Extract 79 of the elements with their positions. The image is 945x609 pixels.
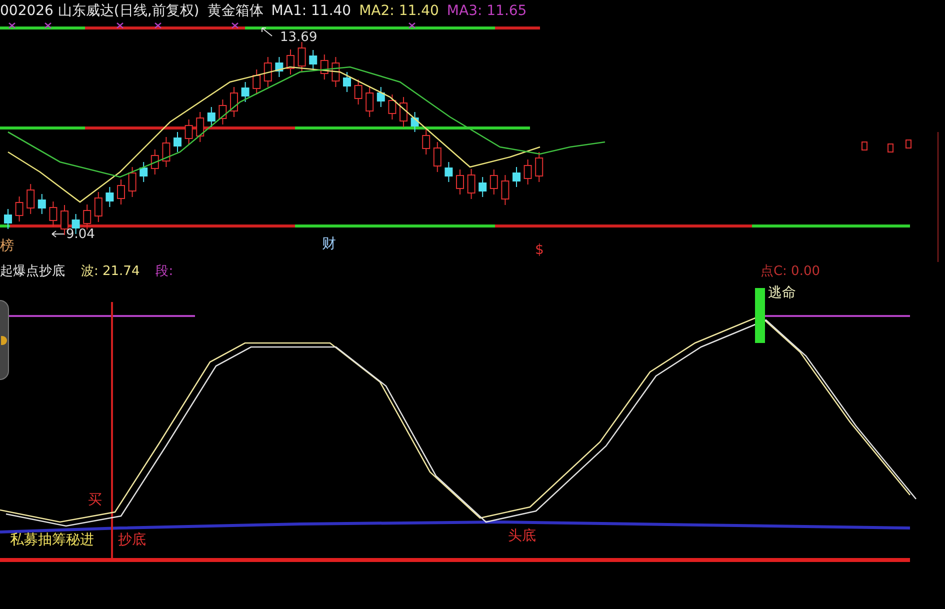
cross-mark-icon [44,22,52,29]
candlestick [433,142,442,172]
cross-mark-icon [8,22,16,29]
candlestick [174,132,182,152]
candlestick [467,168,476,200]
cross-mark-icon [408,22,416,29]
candlestick [478,176,487,198]
signal-bar [755,288,765,343]
low-price-label: 9.04 [66,227,95,242]
cross-mark-icon [154,22,162,29]
candlestick [298,42,306,72]
moving-average-value: MA1: 11.40 [271,2,352,21]
signal-label: 买 [88,492,102,508]
candlestick [456,169,464,195]
signal-label: 抄底 [118,532,146,548]
chart-marker: 榜 [0,238,14,254]
candlestick [218,99,227,125]
candlestick [366,86,374,118]
high-price-label: 13.69 [280,30,318,45]
candlestick [49,201,58,227]
signal-label: 逃命 [768,285,796,301]
indicator-title: 起爆点抄底 [0,263,65,281]
candlestick [400,96,408,128]
candlestick [207,106,216,128]
cross-mark-icon [231,22,239,29]
cross-mark-icon [116,22,124,29]
candlestick [490,169,498,195]
chart-title: 002026 山东威达(日线,前复权) [0,2,200,21]
candlestick [15,196,24,222]
candlestick [117,179,125,205]
indicator-name: 黄金箱体 [207,2,264,21]
moving-average-value: MA2: 11.40 [359,2,439,21]
candlestick [286,49,294,75]
candlestick [410,112,419,132]
candlestick [140,162,148,182]
candle-icon [888,144,894,152]
indicator-value: 波: 21.74 [81,263,140,281]
chart-marker: $ [535,242,544,258]
candlestick [388,94,396,120]
candlestick [26,184,35,214]
collapse-handle[interactable] [0,300,9,380]
candlestick [309,50,318,70]
candlestick [524,159,532,185]
candlestick [264,56,272,88]
candlestick [376,86,385,108]
candlestick [94,192,102,222]
candlestick [241,82,250,102]
candlestick [60,204,68,236]
candlestick [38,194,46,214]
candlestick [106,186,114,208]
candlestick [83,204,92,230]
candlestick [150,149,159,175]
candlestick [252,69,261,95]
leader-line [262,28,272,36]
candlestick [332,56,340,88]
candlestick [320,54,328,80]
candlestick [184,119,193,145]
candlestick [128,166,136,198]
candlestick [535,152,544,182]
candlestick [196,112,204,142]
moving-average-value: MA3: 11.65 [446,2,527,21]
candlestick [162,136,170,168]
candlestick [343,72,351,92]
signal-label: 头底 [508,528,536,544]
indicator-value: 段: [156,263,174,281]
candlestick [275,56,284,78]
indicator-value: 点C: 0.00 [760,263,820,281]
candlestick [512,166,520,188]
leader-line [52,230,64,238]
candlestick [230,86,238,118]
chart-marker: 财 [322,236,336,252]
candle-icon [862,142,868,150]
candlestick [444,162,453,182]
candlestick [422,129,430,155]
candlestick [4,208,12,230]
candle-icon [906,140,912,148]
candlestick [354,79,362,105]
signal-label: 私募抽筹秘进 [10,532,94,548]
candlestick [501,174,510,206]
